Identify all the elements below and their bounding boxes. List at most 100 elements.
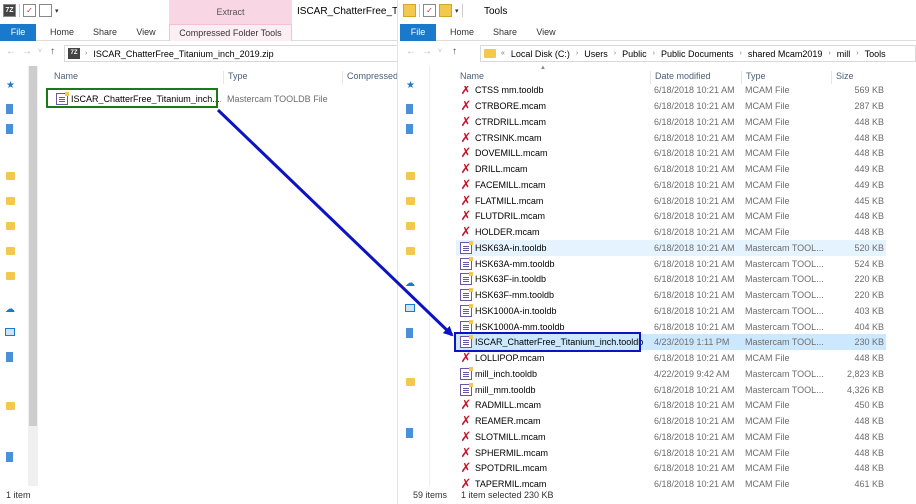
breadcrumb-item[interactable]: Tools [865, 49, 886, 59]
list-item[interactable]: HSK63F-mm.tooldb 6/18/2018 10:21 AM Master… [456, 287, 886, 303]
column-name[interactable]: Name [50, 71, 222, 84]
tab-extract[interactable]: Extract [169, 0, 292, 24]
new-folder-icon[interactable] [39, 4, 52, 17]
file-type: MCAM File [745, 447, 790, 458]
breadcrumb-item[interactable]: Local Disk (C:) [511, 49, 570, 59]
up-arrow-icon[interactable]: ↑ [50, 46, 55, 57]
column-name[interactable]: Name [456, 71, 646, 84]
list-item[interactable]: ✗ LOLLIPOP.mcam 6/18/2018 10:21 AM MCAM Fil… [456, 350, 886, 366]
list-item[interactable]: ✗ DRILL.mcam 6/18/2018 10:21 AM MCAM File 44… [456, 161, 886, 177]
forward-arrow-icon[interactable]: → [422, 46, 432, 57]
file-date: 6/18/2018 10:21 AM [654, 195, 735, 206]
chevron-right-icon[interactable]: › [856, 50, 858, 57]
address-segment[interactable]: ISCAR_ChatterFree_Titanium_inch_2019.zip [93, 49, 273, 59]
file-name: SPOTDRIL.mcam [475, 463, 548, 474]
list-item[interactable]: ✗ HOLDER.mcam 6/18/2018 10:21 AM MCAM File 4… [456, 224, 886, 240]
list-item[interactable]: ✗ CTRBORE.mcam 6/18/2018 10:21 AM MCAM File… [456, 98, 886, 114]
list-item[interactable]: ✗ SPOTDRIL.mcam 6/18/2018 10:21 AM MCAM Fil… [456, 460, 886, 476]
tab-home[interactable]: Home [46, 24, 78, 41]
list-item[interactable]: ✗ FLATMILL.mcam 6/18/2018 10:21 AM MCAM Fil… [456, 193, 886, 209]
column-type[interactable]: Type [223, 71, 341, 84]
list-item[interactable]: ✗ CTSS mm.tooldb 6/18/2018 10:21 AM MCAM… [456, 86, 886, 98]
tab-view[interactable]: View [532, 24, 560, 41]
file-name: HSK1000A-in.tooldb [475, 305, 557, 316]
chevron-down-icon[interactable]: ▾ [455, 7, 459, 15]
list-item[interactable]: ✗ TAPERMIL.mcam 6/18/2018 10:21 AM MCAM Fil… [456, 476, 886, 488]
chevron-right-icon[interactable]: › [653, 50, 655, 57]
breadcrumb-item[interactable]: shared Mcam2019 [748, 49, 823, 59]
list-item[interactable]: HSK1000A-in.tooldb 6/18/2018 10:21 AM Mast… [456, 303, 886, 319]
column-size[interactable]: Size [831, 71, 885, 84]
chevron-right-icon[interactable]: › [740, 50, 742, 57]
tab-share[interactable]: Share [90, 24, 120, 41]
file-type: MCAM File [745, 148, 790, 159]
list-item[interactable]: ✗ CTRSINK.mcam 6/18/2018 10:21 AM MCAM File… [456, 130, 886, 146]
chevron-down-icon[interactable]: ˅ [438, 48, 442, 55]
column-compressed[interactable]: Compressed [342, 71, 397, 84]
file-date: 6/18/2018 10:21 AM [654, 416, 735, 426]
new-folder-icon[interactable] [439, 4, 452, 17]
folder-icon[interactable] [403, 4, 416, 17]
list-item[interactable]: ✗ SLOTMILL.mcam 6/18/2018 10:21 AM MCAM Fil… [456, 429, 886, 445]
file-date: 6/18/2018 10:21 AM [654, 274, 735, 285]
title-bar: 7Z ✓ ▾ Extract ISCAR_ChatterFree_Titani [0, 0, 397, 24]
properties-icon[interactable]: ✓ [423, 4, 436, 17]
chevron-down-icon[interactable]: ▾ [55, 7, 59, 15]
list-item[interactable]: ✗ REAMER.mcam 6/18/2018 10:21 AM MCAM File 4… [456, 413, 886, 429]
file-type: MCAM File [745, 86, 790, 95]
forward-arrow-icon[interactable]: → [22, 46, 32, 57]
column-type[interactable]: Type [741, 71, 829, 84]
list-item[interactable]: ✗ FLUTDRIL.mcam 6/18/2018 10:21 AM MCAM Fil… [456, 208, 886, 224]
back-arrow-icon[interactable]: ← [6, 46, 16, 57]
up-arrow-icon[interactable]: ↑ [452, 46, 457, 57]
tab-share[interactable]: Share [490, 24, 520, 41]
file-name: CTRDRILL.mcam [475, 116, 547, 127]
chevron-down-icon[interactable]: ˅ [38, 48, 42, 55]
list-item[interactable]: mill_mm.tooldb 6/18/2018 10:21 AM Masterca… [456, 382, 886, 398]
breadcrumb-item[interactable]: mill [837, 49, 851, 59]
tab-home[interactable]: Home [446, 24, 478, 41]
file-type: Mastercam TOOL... [745, 321, 824, 332]
status-bar: 59 items 1 item selected 230 KB [400, 488, 916, 504]
file-list: ISCAR_ChatterFree_Titanium_inch.... Mast… [0, 86, 397, 488]
list-item[interactable]: HSK63F-in.tooldb 6/18/2018 10:21 AM Master… [456, 271, 886, 287]
list-item[interactable]: mill_inch.tooldb 4/22/2019 9:42 AM Masterc… [456, 366, 886, 382]
list-item[interactable]: ✗ CTRDRILL.mcam 6/18/2018 10:21 AM MCAM Fil… [456, 114, 886, 130]
breadcrumb-item[interactable]: Users [584, 49, 608, 59]
file-date: 4/22/2019 9:42 AM [654, 368, 730, 379]
file-type: MCAM File [745, 164, 790, 174]
window-title: Tools [484, 6, 508, 17]
zip-icon[interactable]: 7Z [3, 4, 16, 17]
file-type: MCAM File [745, 101, 790, 111]
tab-file[interactable]: File [0, 24, 36, 41]
tab-compressed-folder-tools[interactable]: Compressed Folder Tools [169, 24, 292, 41]
list-item[interactable]: HSK63A-mm.tooldb 6/18/2018 10:21 AM Master… [456, 256, 886, 272]
mcam-file-icon: ✗ [460, 476, 472, 488]
file-name: FLUTDRIL.mcam [475, 211, 546, 222]
address-bar[interactable]: 7Z › ISCAR_ChatterFree_Titanium_inch_201… [64, 45, 397, 62]
breadcrumb-item[interactable]: Public Documents [661, 49, 734, 59]
column-headers: Name Type Compressed [0, 68, 397, 86]
overflow-chevron-icon[interactable]: « [501, 50, 505, 57]
list-item[interactable]: HSK63A-in.tooldb 6/18/2018 10:21 AM Master… [456, 239, 886, 256]
breadcrumb-item[interactable]: Public [622, 49, 647, 59]
tab-file[interactable]: File [400, 24, 436, 41]
breadcrumb[interactable]: « Local Disk (C:) › Users › Public › Pub… [480, 45, 916, 62]
status-item-count: 1 item [6, 490, 31, 500]
tools-explorer-window: ✓ ▾ Tools File Home Share View ← → ˅ ↑ «… [400, 0, 916, 504]
column-date-modified[interactable]: Date modified [650, 71, 738, 84]
list-item[interactable]: ✗ FACEMILL.mcam 6/18/2018 10:21 AM MCAM Fil… [456, 177, 886, 193]
chevron-right-icon[interactable]: › [576, 50, 578, 57]
list-item[interactable]: ✗ DOVEMILL.mcam 6/18/2018 10:21 AM MCAM Fil… [456, 145, 886, 161]
file-date: 6/18/2018 10:21 AM [654, 463, 735, 474]
back-arrow-icon[interactable]: ← [406, 46, 416, 57]
tab-view[interactable]: View [132, 24, 160, 41]
list-item[interactable]: ✗ SPHERMIL.mcam 6/18/2018 10:21 AM MCAM Fil… [456, 445, 886, 461]
file-type: Mastercam TOOL... [745, 368, 824, 379]
chevron-right-icon[interactable]: › [614, 50, 616, 57]
file-size: 448 KB [854, 148, 884, 159]
chevron-right-icon[interactable]: › [828, 50, 830, 57]
list-item[interactable]: ✗ RADMILL.mcam 6/18/2018 10:21 AM MCAM File… [456, 397, 886, 413]
mcam-file-icon: ✗ [460, 460, 472, 476]
properties-icon[interactable]: ✓ [23, 4, 36, 17]
